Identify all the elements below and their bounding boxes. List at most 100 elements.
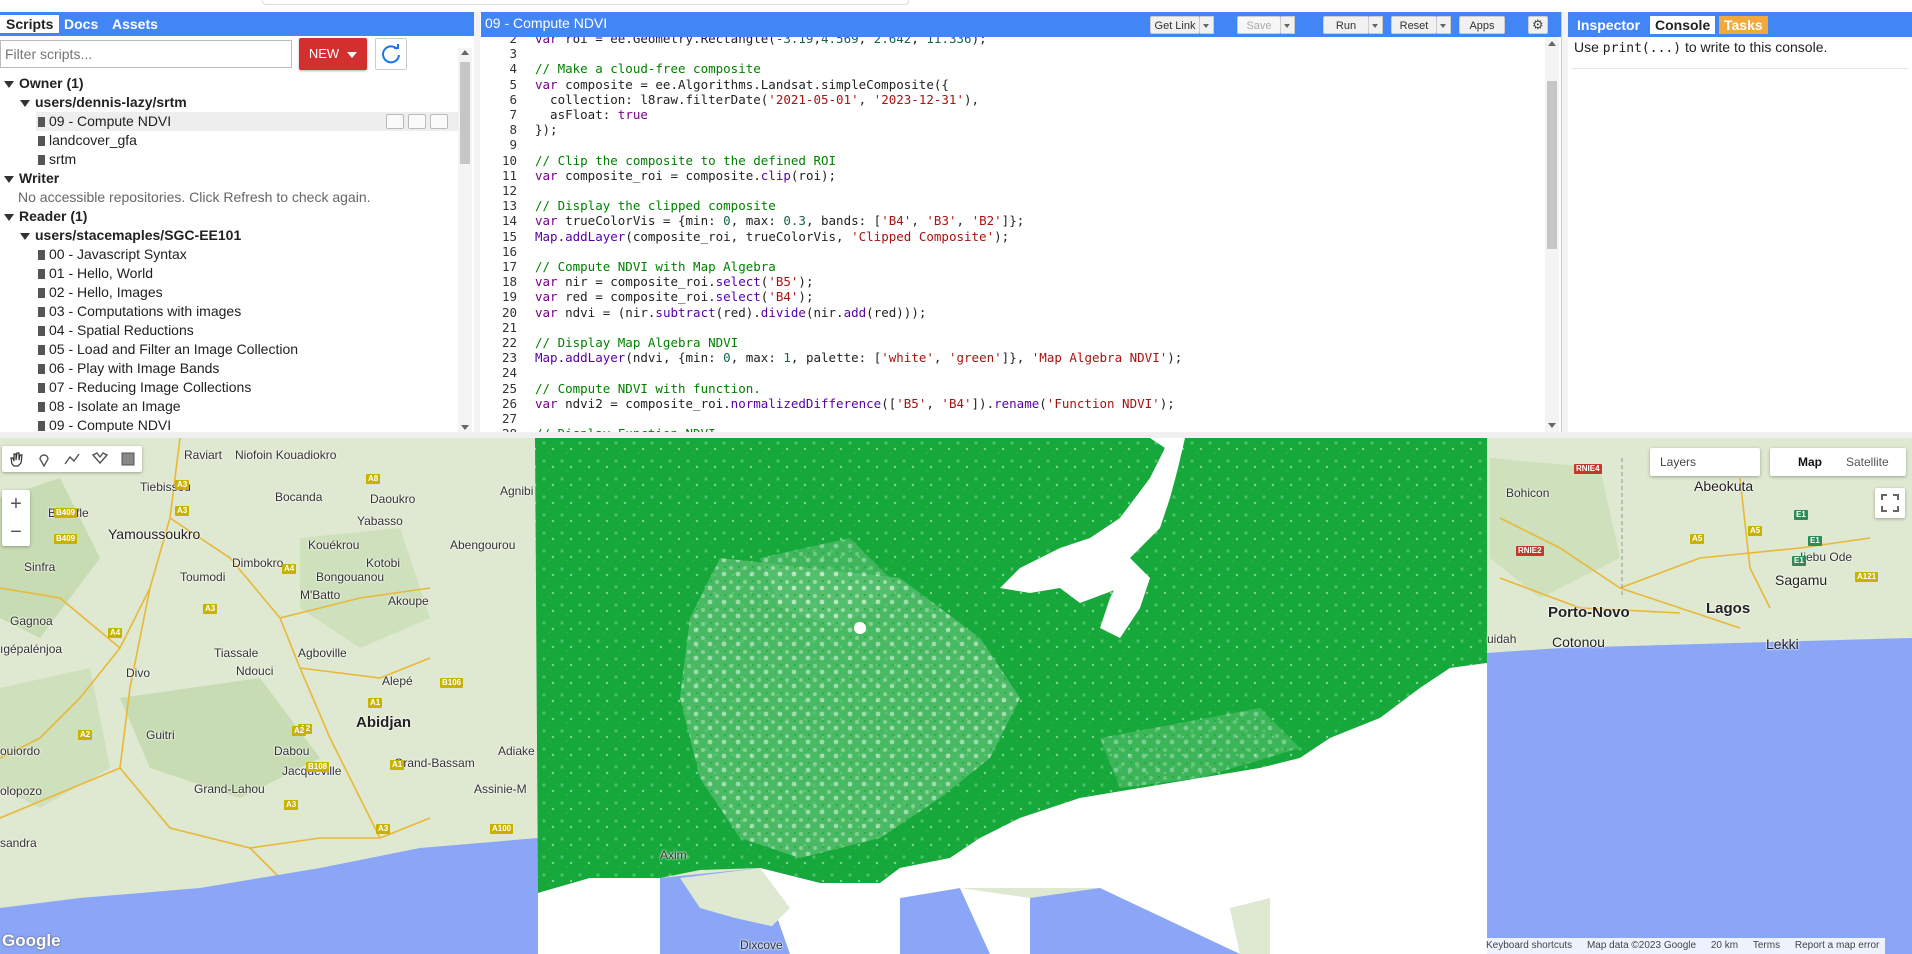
save-button[interactable]: Save [1237,16,1281,34]
tree-folder[interactable]: Reader (1) [0,207,87,226]
script-file-item[interactable]: 06 - Play with Image Bands [0,359,219,378]
scroll-up-icon[interactable] [461,50,469,55]
zoom-in-button[interactable]: + [2,490,30,518]
code-line[interactable]: 20 var ndvi = (nir.subtract(red).divide(n… [481,305,926,320]
report-error-link[interactable]: Report a map error [1795,940,1879,951]
get-link-dropdown[interactable] [1200,16,1214,34]
expand-triangle-icon[interactable] [4,213,14,221]
code-line[interactable]: 14 var trueColorVis = {min: 0, max: 0.3, … [481,213,1024,228]
fullscreen-button[interactable] [1875,488,1905,518]
script-file-item[interactable]: landcover_gfa [0,131,137,150]
tree-item-label: 08 - Isolate an Image [49,398,181,414]
map-type-satellite[interactable]: Satellite [1846,448,1889,476]
tab-tasks[interactable]: Tasks [1719,16,1768,34]
script-file-item[interactable]: 04 - Spatial Reductions [0,321,194,340]
code-line[interactable]: 25 // Compute NDVI with function. [481,381,761,396]
layers-dropdown[interactable]: Layers [1650,448,1760,476]
keyboard-shortcuts-link[interactable]: Keyboard shortcuts [1486,940,1572,951]
script-file-item[interactable]: 01 - Hello, World [0,264,153,283]
reset-dropdown[interactable] [1437,16,1451,34]
expand-triangle-icon[interactable] [20,232,30,240]
terms-link[interactable]: Terms [1753,940,1780,951]
script-file-item[interactable]: 03 - Computations with images [0,302,241,321]
editor-scrollbar[interactable] [1545,37,1559,432]
code-line[interactable]: 21 [481,320,535,335]
expand-triangle-icon[interactable] [20,99,30,107]
code-line[interactable]: 7 asFloat: true [481,107,647,122]
tab-inspector[interactable]: Inspector [1572,16,1645,34]
scroll-thumb[interactable] [1547,81,1557,249]
run-dropdown[interactable] [1369,16,1383,34]
zoom-out-button[interactable]: − [2,518,30,546]
scripts-scrollbar[interactable] [458,48,472,432]
apps-button[interactable]: Apps [1459,16,1505,34]
scroll-down-icon[interactable] [461,425,469,430]
scroll-up-icon[interactable] [1548,41,1556,46]
code-line[interactable]: 16 [481,244,535,259]
save-dropdown[interactable] [1281,16,1295,34]
tree-folder[interactable]: Writer [0,169,59,188]
code-line[interactable]: 12 [481,183,535,198]
code-line[interactable]: 22 // Display Map Algebra NDVI [481,335,738,350]
marker-icon[interactable] [34,449,54,469]
code-line[interactable]: 6 collection: l8raw.filterDate('2021-05-… [481,92,979,107]
script-title: 09 - Compute NDVI [485,15,608,31]
expand-triangle-icon[interactable] [4,80,14,88]
code-line[interactable]: 24 [481,365,535,380]
filter-scripts-input[interactable] [0,40,292,68]
code-line[interactable]: 2 var roi = ee.Geometry.Rectangle(-3.19,4… [481,37,986,46]
tab-console[interactable]: Console [1650,16,1716,34]
new-script-button[interactable]: NEW [299,38,367,70]
hand-icon[interactable] [6,449,26,469]
expand-triangle-icon[interactable] [4,175,14,183]
code-line[interactable]: 23 Map.addLayer(ndvi, {min: 0, max: 1, pa… [481,350,1182,365]
script-file-item[interactable]: 08 - Isolate an Image [0,397,181,416]
scroll-thumb[interactable] [460,62,470,164]
code-line[interactable]: 3 [481,46,535,61]
code-line[interactable]: 26 var ndvi2 = composite_roi.normalizedDi… [481,396,1175,411]
reset-button[interactable]: Reset [1391,16,1437,34]
code-area[interactable]: 2 var roi = ee.Geometry.Rectangle(-3.19,4… [481,37,1543,432]
tree-folder[interactable]: users/stacemaples/SGC-EE101 [0,226,241,245]
tree-folder[interactable]: Owner (1) [0,74,84,93]
code-line[interactable]: 27 [481,411,535,426]
code-line[interactable]: 19 var red = composite_roi.select('B4'); [481,289,814,304]
delete-icon[interactable] [430,114,448,129]
script-file-item[interactable]: 09 - Compute NDVI [0,416,171,432]
code-line[interactable]: 11 var composite_roi = composite.clip(roi… [481,168,836,183]
code-line[interactable]: 15 Map.addLayer(composite_roi, trueColorV… [481,229,1009,244]
code-line[interactable]: 8}); [481,122,557,137]
line-icon[interactable] [62,449,82,469]
script-file-item[interactable]: 09 - Compute NDVI [36,112,458,131]
code-line[interactable]: 5 var composite = ee.Algorithms.Landsat.s… [481,77,948,92]
settings-button[interactable]: ⚙ [1528,16,1548,34]
code-line[interactable]: 9 [481,137,535,152]
code-line[interactable]: 17 // Compute NDVI with Map Algebra [481,259,776,274]
edit-icon[interactable] [408,114,426,129]
map-view[interactable]: Raviart Niofoin Kouadiokro Tiebissou Bocand… [0,438,1912,954]
script-file-item[interactable]: srtm [0,150,76,169]
map-type-map[interactable]: Map [1798,448,1822,476]
script-file-item[interactable]: 02 - Hello, Images [0,283,163,302]
tab-docs[interactable]: Docs [58,15,104,33]
script-file-item[interactable]: 05 - Load and Filter an Image Collection [0,340,298,359]
script-file-item[interactable]: 07 - Reducing Image Collections [0,378,251,397]
refresh-button[interactable] [375,38,407,70]
code-line[interactable]: 13 // Display the clipped composite [481,198,776,213]
tab-scripts[interactable]: Scripts [0,15,60,33]
scroll-down-icon[interactable] [1548,423,1556,428]
place-label: Raviart [184,448,223,462]
search-bar[interactable] [262,0,909,5]
tree-folder[interactable]: users/dennis-lazy/srtm [0,93,187,112]
get-link-button[interactable]: Get Link [1150,16,1200,34]
tab-assets[interactable]: Assets [106,15,164,33]
code-line[interactable]: 10 // Clip the composite to the defined R… [481,153,836,168]
code-line[interactable]: 18 var nir = composite_roi.select('B5'); [481,274,814,289]
left-splitter[interactable] [474,12,480,432]
history-icon[interactable] [386,114,404,129]
code-line[interactable]: 4 // Make a cloud-free composite [481,61,760,76]
rectangle-icon[interactable] [118,449,138,469]
script-file-item[interactable]: 00 - Javascript Syntax [0,245,187,264]
polygon-icon[interactable] [90,449,110,469]
run-button[interactable]: Run [1323,16,1369,34]
